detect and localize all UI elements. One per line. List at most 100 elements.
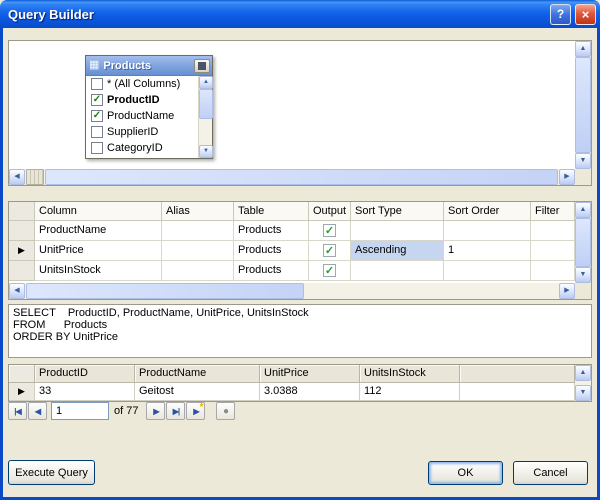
results-column-header[interactable]: ProductID [35, 365, 135, 383]
results-column-header[interactable]: UnitPrice [260, 365, 360, 383]
results-column-header[interactable]: ProductName [135, 365, 260, 383]
scroll-left-icon[interactable]: ◀ [9, 283, 25, 299]
column-checkbox[interactable]: ✓ [91, 94, 103, 106]
results-vertical-scrollbar[interactable]: ▲ ▼ [575, 365, 591, 401]
criteria-cell[interactable]: UnitPrice [35, 241, 162, 261]
diagram-canvas[interactable]: ▦ Products * (All Columns) ✓ ProductID ✓ Pro… [9, 41, 575, 169]
output-checkbox[interactable]: ✓ [323, 264, 336, 277]
criteria-cell[interactable] [444, 261, 531, 281]
move-last-button[interactable]: ▶| [166, 402, 186, 420]
result-cell[interactable]: 3.0388 [260, 383, 360, 401]
help-button[interactable]: ? [550, 3, 571, 25]
execute-query-button[interactable]: Execute Query [8, 460, 95, 485]
output-cell[interactable]: ✓ [309, 261, 351, 281]
result-cell[interactable]: Geitost [135, 383, 260, 401]
results-column-header[interactable] [9, 365, 35, 383]
scroll-up-icon[interactable]: ▲ [575, 365, 591, 381]
cancel-button[interactable]: Cancel [513, 461, 588, 485]
column-checkbox[interactable] [91, 78, 103, 90]
scroll-up-icon[interactable]: ▲ [199, 76, 213, 89]
table-card-collapse-button[interactable] [194, 58, 210, 73]
diagram-horizontal-scrollbar[interactable]: ◀ ▶ [9, 169, 575, 185]
criteria-cell[interactable] [531, 261, 575, 281]
title-bar[interactable]: Query Builder ? × [0, 0, 600, 28]
criteria-cell[interactable] [531, 221, 575, 241]
criteria-cell[interactable]: UnitsInStock [35, 261, 162, 281]
add-new-record-button[interactable]: ▶ * [186, 402, 206, 420]
results-column-header[interactable] [460, 365, 575, 383]
row-selector[interactable] [9, 221, 35, 241]
cancel-query-button[interactable]: ● [216, 402, 236, 420]
results-row[interactable]: ▶ 33 Geitost 3.0388 112 [9, 383, 575, 401]
criteria-cell[interactable]: Products [234, 221, 309, 241]
table-column-row[interactable]: * (All Columns) [86, 76, 198, 92]
criteria-grid[interactable]: Column Alias Table Output Sort Type Sort Orde… [9, 202, 575, 283]
criteria-cell[interactable] [351, 261, 444, 281]
diagram-vertical-scrollbar[interactable]: ▲ ▼ [575, 41, 591, 169]
criteria-grid-row[interactable]: UnitsInStock Products ✓ [9, 261, 575, 281]
scrollbar-thumb[interactable] [575, 218, 591, 267]
scrollbar-thumb[interactable] [26, 283, 304, 299]
scroll-up-icon[interactable]: ▲ [575, 41, 591, 57]
column-checkbox[interactable]: ✓ [91, 110, 103, 122]
criteria-cell[interactable] [162, 261, 234, 281]
sql-statement-text[interactable]: SELECT ProductID, ProductName, UnitPrice… [13, 307, 587, 343]
record-position-input[interactable] [51, 402, 109, 420]
criteria-column-header[interactable]: Filter [531, 202, 575, 221]
output-cell[interactable]: ✓ [309, 241, 351, 261]
criteria-cell[interactable] [162, 221, 234, 241]
scroll-down-icon[interactable]: ▼ [199, 145, 213, 158]
row-selector[interactable]: ▶ [9, 383, 35, 401]
products-table-card[interactable]: ▦ Products * (All Columns) ✓ ProductID ✓ Pro… [85, 55, 213, 159]
scroll-right-icon[interactable]: ▶ [559, 169, 575, 185]
scroll-up-icon[interactable]: ▲ [575, 202, 591, 218]
criteria-horizontal-scrollbar[interactable]: ◀ ▶ [9, 283, 575, 299]
column-checkbox[interactable] [91, 126, 103, 138]
sql-pane[interactable]: SELECT ProductID, ProductName, UnitPrice… [8, 304, 592, 358]
close-button[interactable]: × [575, 3, 596, 25]
criteria-column-header[interactable]: Sort Type [351, 202, 444, 221]
scroll-down-icon[interactable]: ▼ [575, 385, 591, 401]
criteria-cell[interactable]: Products [234, 241, 309, 261]
table-column-row[interactable]: ✓ ProductName [86, 108, 198, 124]
criteria-cell[interactable] [444, 221, 531, 241]
criteria-column-header[interactable]: Column [35, 202, 162, 221]
results-pane[interactable]: ProductID ProductName UnitPrice UnitsInStoc… [8, 364, 592, 402]
table-column-row[interactable]: SupplierID [86, 124, 198, 140]
output-checkbox[interactable]: ✓ [323, 244, 336, 257]
criteria-vertical-scrollbar[interactable]: ▲ ▼ [575, 202, 591, 283]
scrollbar-thumb[interactable] [199, 89, 213, 119]
scrollbar-thumb[interactable] [575, 57, 591, 153]
criteria-cell[interactable] [531, 241, 575, 261]
result-cell[interactable]: 33 [35, 383, 135, 401]
criteria-column-header[interactable]: Alias [162, 202, 234, 221]
criteria-grid-row[interactable]: ProductName Products ✓ [9, 221, 575, 241]
ok-button[interactable]: OK [428, 461, 503, 485]
results-grid[interactable]: ProductID ProductName UnitPrice UnitsInStoc… [9, 365, 575, 401]
criteria-cell[interactable] [351, 221, 444, 241]
criteria-cell[interactable]: Ascending [351, 241, 444, 261]
scroll-right-icon[interactable]: ▶ [559, 283, 575, 299]
pane-splitter-handle[interactable] [26, 169, 44, 185]
criteria-grid-pane[interactable]: Column Alias Table Output Sort Type Sort Orde… [8, 201, 592, 300]
table-column-row[interactable]: CategoryID [86, 140, 198, 156]
diagram-pane[interactable]: ▦ Products * (All Columns) ✓ ProductID ✓ Pro… [8, 40, 592, 186]
table-card-scrollbar[interactable]: ▲ ▼ [198, 76, 213, 158]
table-card-header[interactable]: ▦ Products [86, 56, 212, 76]
criteria-cell[interactable]: ProductName [35, 221, 162, 241]
result-cell[interactable] [460, 383, 575, 401]
scroll-left-icon[interactable]: ◀ [9, 169, 25, 185]
criteria-cell[interactable]: 1 [444, 241, 531, 261]
column-checkbox[interactable] [91, 142, 103, 154]
scrollbar-thumb[interactable] [45, 169, 558, 185]
criteria-column-header[interactable] [9, 202, 35, 221]
row-selector[interactable]: ▶ [9, 241, 35, 261]
criteria-column-header[interactable]: Output [309, 202, 351, 221]
criteria-grid-row[interactable]: ▶ UnitPrice Products ✓ Ascending 1 [9, 241, 575, 261]
row-selector[interactable] [9, 261, 35, 281]
results-column-header[interactable]: UnitsInStock [360, 365, 460, 383]
scroll-down-icon[interactable]: ▼ [575, 267, 591, 283]
table-column-row[interactable]: ✓ ProductID [86, 92, 198, 108]
criteria-column-header[interactable]: Sort Order [444, 202, 531, 221]
criteria-column-header[interactable]: Table [234, 202, 309, 221]
